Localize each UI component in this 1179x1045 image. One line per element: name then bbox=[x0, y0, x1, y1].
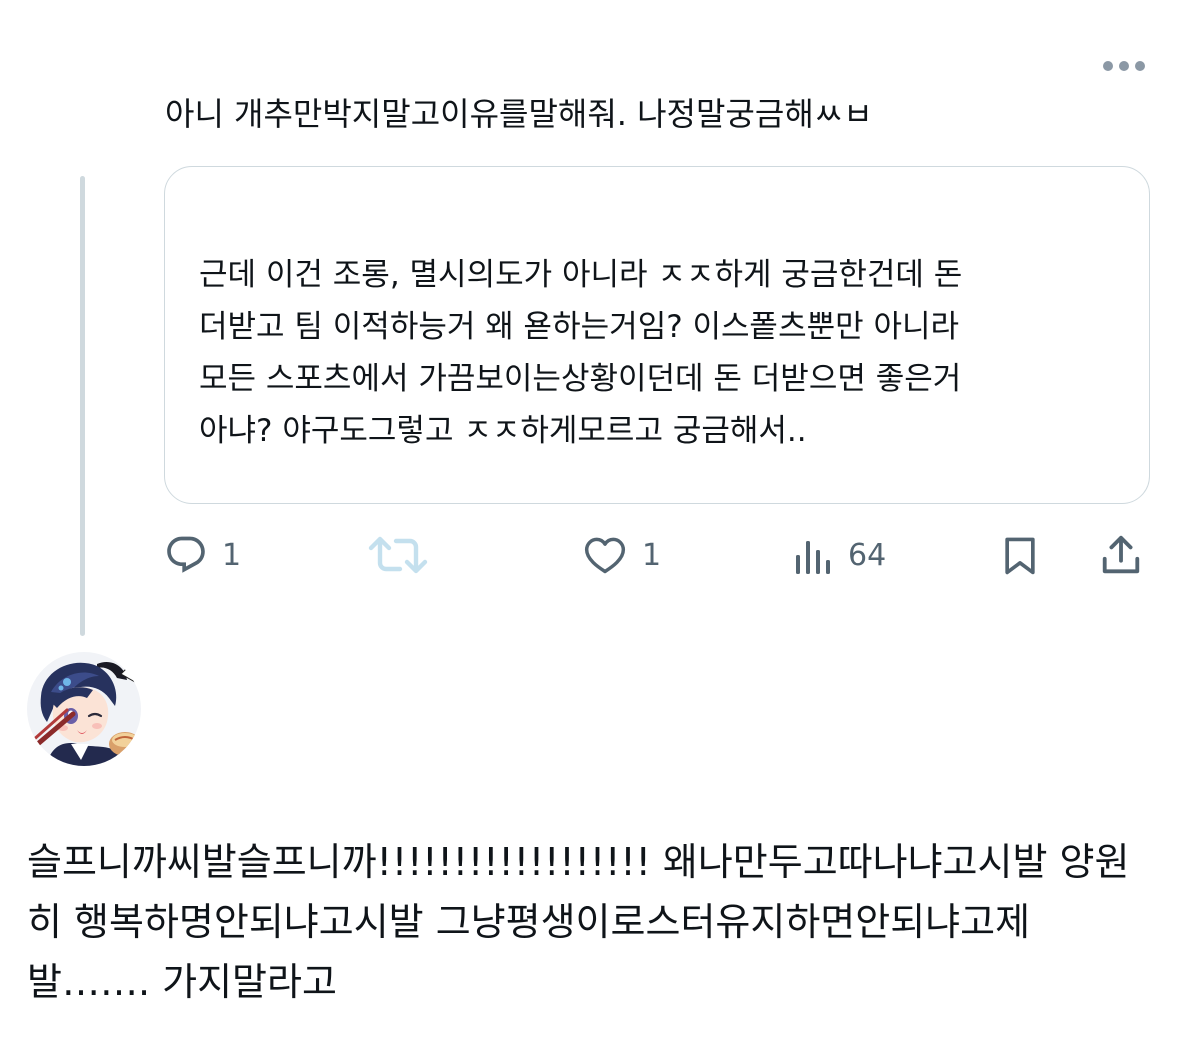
more-horizontal-icon bbox=[1103, 61, 1145, 71]
bookmark-icon bbox=[1005, 537, 1035, 575]
bookmark-button[interactable] bbox=[998, 526, 1042, 584]
like-count: 1 bbox=[642, 537, 662, 573]
like-button[interactable]: 1 bbox=[582, 526, 661, 584]
share-button[interactable] bbox=[1098, 526, 1144, 584]
quoted-tweet-line: 아냐? 야구도그렇고 ㅈㅈ하게모르고 궁금해서.. bbox=[199, 413, 807, 449]
views-count: 64 bbox=[848, 537, 887, 573]
repost-button[interactable] bbox=[368, 526, 428, 584]
repost-icon bbox=[368, 536, 428, 574]
views-button[interactable]: 64 bbox=[794, 526, 886, 584]
quoted-tweet-line: 더받고 팀 이적하능거 왜 욛하는거임? 이스퐅츠뿐만 아니라 bbox=[199, 309, 960, 345]
reply-count: 1 bbox=[222, 537, 242, 573]
quoted-tweet-card[interactable]: 근데 이건 조롱, 멸시의도가 아니라 ㅈㅈ하게 궁금한건데 돈 더받고 팀 이… bbox=[164, 166, 1150, 504]
quoted-tweet-line: 모든 스포츠에서 가끔보이는상황이던데 돈 더받으면 좋은거 bbox=[199, 361, 962, 397]
share-icon bbox=[1102, 535, 1140, 574]
views-icon bbox=[796, 541, 830, 574]
reply-tweet-text: 아니 개추만박지말고이유를말해줘. 나정말궁금해ㅆㅂ bbox=[165, 95, 873, 133]
avatar-image bbox=[27, 652, 141, 766]
main-tweet-line: 슬프니까씨발슬프니까!!!!!!!!!!!!!!!!!! 왜나만두고따나냐고시발… bbox=[27, 840, 1130, 884]
avatar[interactable] bbox=[27, 652, 141, 766]
main-tweet-text: 슬프니까씨발슬프니까!!!!!!!!!!!!!!!!!! 왜나만두고따나냐고시발… bbox=[27, 832, 1157, 1012]
quoted-tweet-text: 근데 이건 조롱, 멸시의도가 아니라 ㅈㅈ하게 궁금한건데 돈 더받고 팀 이… bbox=[199, 249, 1119, 457]
main-tweet-line: 히 행복하명안되냐고시발 그냥평생이로스터유지하면안되냐고제 bbox=[27, 900, 1031, 944]
reply-icon bbox=[167, 536, 205, 573]
main-tweet-line: 발……. 가지말라고 bbox=[27, 960, 337, 1004]
tweet-action-bar: 1 1 64 bbox=[164, 526, 1150, 584]
thread-connector-line bbox=[80, 176, 85, 636]
quoted-tweet-line: 근데 이건 조롱, 멸시의도가 아니라 ㅈㅈ하게 궁금한건데 돈 bbox=[199, 257, 963, 293]
reply-button[interactable]: 1 bbox=[164, 526, 241, 584]
more-options-button[interactable] bbox=[1098, 52, 1150, 80]
heart-icon bbox=[584, 537, 626, 574]
